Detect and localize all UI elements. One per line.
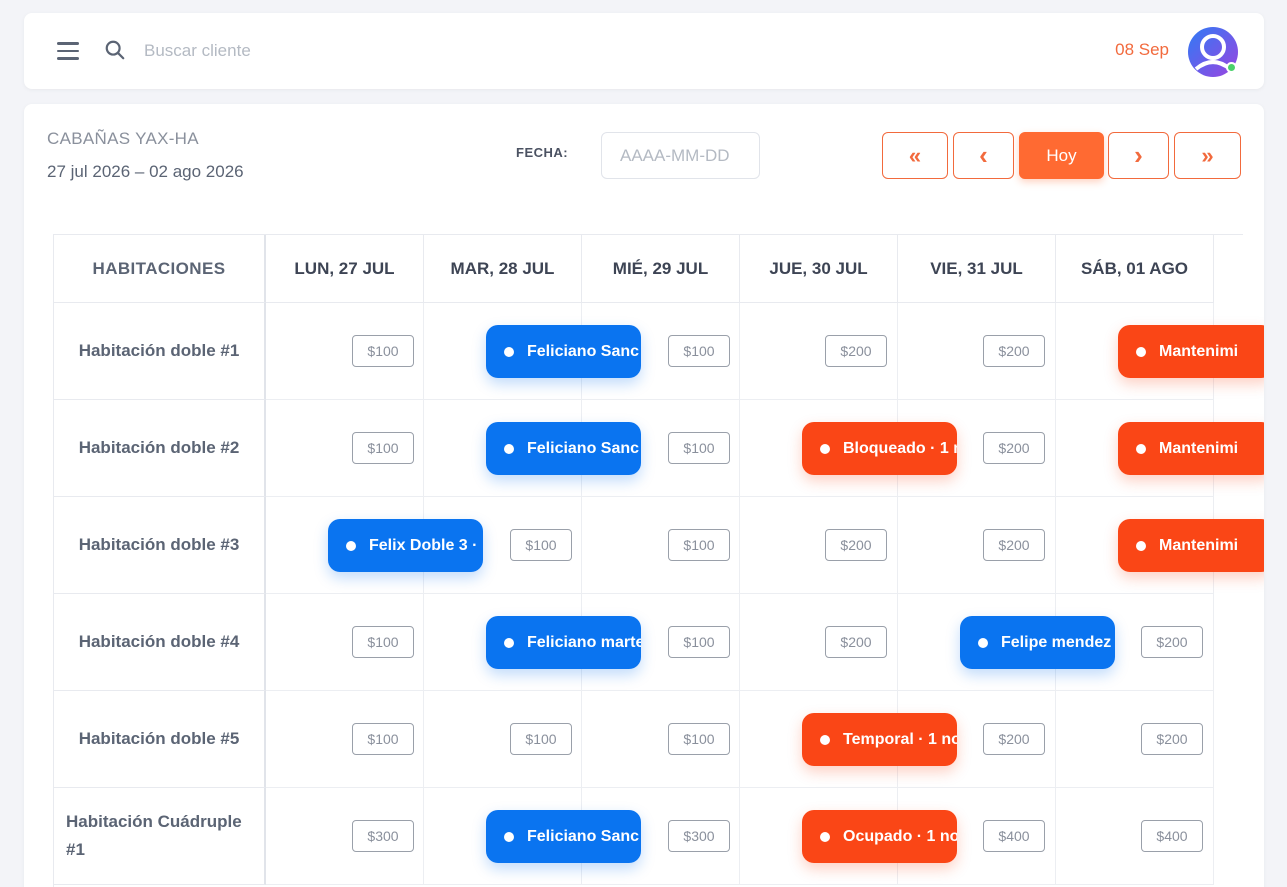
price-tag: $200 (983, 432, 1045, 464)
reservation-block[interactable]: Feliciano Sanc (486, 810, 641, 863)
room-name: Habitación doble #1 (54, 303, 266, 400)
chevron-left-icon: ‹ (979, 140, 988, 170)
reservation-block[interactable]: Felix Doble 3 · (328, 519, 483, 572)
price-tag: $200 (825, 529, 887, 561)
rooms-header: HABITACIONES (54, 235, 266, 303)
last-page-button[interactable]: » (1174, 132, 1241, 179)
current-date: 08 Sep (1115, 40, 1169, 59)
fecha-label: FECHA: (516, 145, 569, 160)
prev-button[interactable]: ‹ (953, 132, 1014, 179)
day-header: MAR, 28 JUL (424, 235, 582, 303)
room-name: Habitación doble #5 (54, 691, 266, 788)
price-tag: $100 (352, 626, 414, 658)
price-tag: $200 (983, 529, 1045, 561)
reservation-block[interactable]: Mantenimi (1118, 325, 1264, 378)
price-tag: $100 (668, 432, 730, 464)
day-header: MIÉ, 29 JUL (582, 235, 740, 303)
avatar[interactable] (1188, 27, 1238, 77)
calendar-panel: CABAÑAS YAX-HA 27 jul 2026 – 02 ago 2026… (24, 104, 1264, 887)
day-header: VIE, 31 JUL (898, 235, 1056, 303)
fecha-input[interactable] (601, 132, 760, 179)
reservation-block[interactable]: Feliciano Sanc (486, 422, 641, 475)
price-tag: $200 (983, 723, 1045, 755)
price-tag: $100 (352, 723, 414, 755)
search-icon[interactable] (104, 39, 126, 61)
today-button[interactable]: Hoy (1019, 132, 1104, 179)
reservation-block[interactable]: Mantenimi (1118, 422, 1264, 475)
day-header: LUN, 27 JUL (266, 235, 424, 303)
room-name: Habitación doble #3 (54, 497, 266, 594)
price-tag: $100 (668, 529, 730, 561)
top-bar: 08 Sep (24, 13, 1264, 89)
price-tag: $200 (825, 335, 887, 367)
price-tag: $200 (1141, 723, 1203, 755)
date-range: 27 jul 2026 – 02 ago 2026 (47, 162, 244, 181)
price-tag: $100 (668, 335, 730, 367)
price-tag: $300 (352, 820, 414, 852)
search-input[interactable] (144, 37, 504, 65)
day-header: SÁB, 01 AGO (1056, 235, 1214, 303)
price-tag: $100 (668, 626, 730, 658)
day-header: JUE, 30 JUL (740, 235, 898, 303)
room-name: Habitación doble #2 (54, 400, 266, 497)
price-tag: $100 (510, 723, 572, 755)
price-tag: $400 (1141, 820, 1203, 852)
price-tag: $200 (1141, 626, 1203, 658)
price-tag: $100 (510, 529, 572, 561)
reservation-block[interactable]: Temporal · 1 no (802, 713, 957, 766)
next-button[interactable]: › (1108, 132, 1169, 179)
price-tag: $100 (352, 432, 414, 464)
double-chevron-left-icon: « (908, 142, 922, 168)
first-page-button[interactable]: « (882, 132, 948, 179)
reservation-block[interactable]: Ocupado · 1 no (802, 810, 957, 863)
menu-icon[interactable] (57, 42, 79, 60)
reservation-block[interactable]: Mantenimi (1118, 519, 1264, 572)
price-tag: $200 (825, 626, 887, 658)
room-name: Habitación Cuádruple #1 (54, 788, 266, 885)
room-name: Habitación doble #4 (54, 594, 266, 691)
reservation-block[interactable]: Feliciano marte (486, 616, 641, 669)
online-status-dot (1226, 62, 1237, 73)
price-tag: $100 (352, 335, 414, 367)
reservation-block[interactable]: Bloqueado · 1 n (802, 422, 957, 475)
reservation-grid: HABITACIONES LUN, 27 JUL MAR, 28 JUL MIÉ, … (53, 234, 1264, 887)
reservation-block[interactable]: Felipe mendez (960, 616, 1115, 669)
reservation-block[interactable]: Feliciano Sanc (486, 325, 641, 378)
price-tag: $400 (983, 820, 1045, 852)
price-tag: $100 (668, 723, 730, 755)
double-chevron-right-icon: » (1201, 142, 1214, 168)
price-tag: $200 (983, 335, 1045, 367)
property-name: CABAÑAS YAX-HA (47, 129, 199, 148)
chevron-right-icon: › (1134, 140, 1143, 170)
price-tag: $300 (668, 820, 730, 852)
